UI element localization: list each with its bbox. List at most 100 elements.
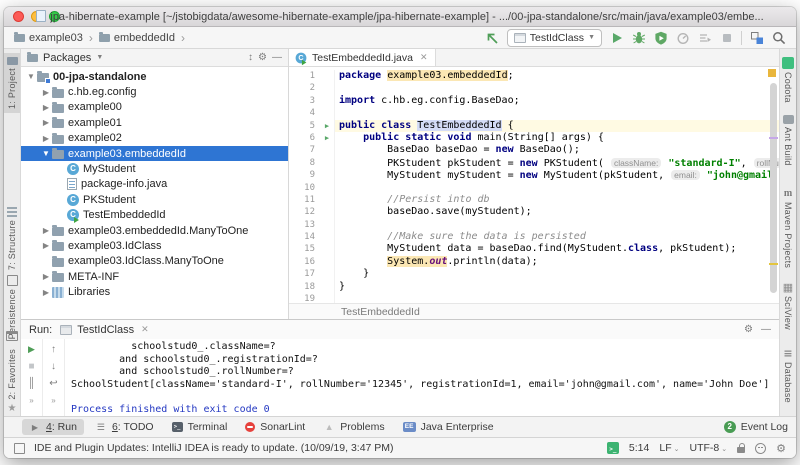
stripe-item-persistence[interactable]: Persistence — [4, 275, 20, 339]
breadcrumb-item-example03[interactable]: example03 — [14, 32, 83, 44]
codota-status-icon[interactable] — [607, 442, 619, 454]
tree-item-mystudent[interactable]: MyStudent — [21, 161, 288, 176]
chevron-right-icon[interactable]: ▶ — [40, 88, 52, 97]
toolwindow-tab-problems[interactable]: Problems — [316, 419, 391, 435]
stripe-item-maven-projects[interactable]: Maven Projects — [780, 187, 796, 268]
tree-item-meta-inf[interactable]: ▶META-INF — [21, 269, 288, 284]
code-text[interactable]: } — [335, 268, 779, 280]
run-configuration-select[interactable]: TestIdClass ▼ — [507, 29, 602, 47]
chevron-right-icon[interactable]: ▶ — [40, 288, 52, 297]
chevron-right-icon[interactable]: ▶ — [40, 118, 52, 127]
code-editor[interactable]: 1package example03.embeddedId;23import c… — [289, 67, 779, 303]
chevron-right-icon[interactable]: ▶ — [40, 241, 52, 250]
toolwindow-tab-4-run[interactable]: 4: Run — [22, 419, 84, 435]
caret-position[interactable]: 5:14 — [629, 442, 649, 454]
stripe-item-7-structure[interactable]: 7: Structure — [4, 207, 20, 270]
tree-item-example02[interactable]: ▶example02 — [21, 131, 288, 146]
chevron-right-icon[interactable]: ▶ — [40, 272, 52, 281]
toolwindow-tab-java-enterprise[interactable]: Java Enterprise — [396, 419, 501, 435]
code-text[interactable]: BaseDao baseDao = new BaseDao(); — [335, 144, 779, 156]
chevron-down-icon[interactable]: ▼ — [96, 54, 103, 61]
run-line-icon[interactable]: ▶ — [320, 120, 335, 132]
code-text[interactable] — [335, 107, 779, 119]
tree-item-example03-idclass-manytoone[interactable]: example03.IdClass.ManyToOne — [21, 254, 288, 269]
editor-scrollbar[interactable] — [770, 83, 777, 293]
code-text[interactable] — [335, 182, 779, 194]
tree-item-example03-embeddedid-manytoone[interactable]: ▶example03.embeddedId.ManyToOne — [21, 223, 288, 238]
code-text[interactable]: public static void main(String[] args) { — [335, 132, 779, 144]
project-structure-icon[interactable] — [749, 30, 764, 45]
chevron-right-icon[interactable]: ▶ — [40, 134, 52, 143]
run-line-icon[interactable]: ▶ — [320, 132, 335, 144]
inspection-status-icon[interactable] — [768, 69, 776, 77]
profiler-button[interactable] — [675, 30, 690, 45]
code-text[interactable]: //Make sure the data is persisted — [335, 231, 779, 243]
stripe-item-database[interactable]: Database — [780, 347, 796, 403]
run-button[interactable] — [609, 30, 624, 45]
code-text[interactable]: MyStudent myStudent = new MyStudent(pkSt… — [335, 169, 779, 181]
stripe-item-2-favorites[interactable]: 2: Favorites — [4, 349, 20, 415]
editor-breadcrumb[interactable]: TestEmbeddedId — [341, 306, 420, 318]
chevron-down-icon[interactable]: ▼ — [25, 72, 37, 81]
code-text[interactable]: PKStudent pkStudent = new PKStudent( cla… — [335, 157, 779, 169]
tree-item-pkstudent[interactable]: PKStudent — [21, 192, 288, 207]
down-stack-trace-button[interactable]: ↓ — [47, 360, 61, 373]
tree-item-testembeddedid[interactable]: TestEmbeddedId — [21, 208, 288, 223]
soft-wrap-button[interactable]: ↩ — [47, 377, 61, 390]
expand-collapse-icon[interactable]: ↕ — [248, 52, 253, 63]
code-text[interactable] — [335, 82, 779, 94]
run-targets-button[interactable] — [697, 30, 712, 45]
gear-icon[interactable]: ⚙ — [258, 52, 267, 63]
tree-item-example01[interactable]: ▶example01 — [21, 115, 288, 130]
tree-item-example03-embeddedid[interactable]: ▼example03.embeddedId — [21, 146, 288, 161]
tree-item-c-hb-eg-config[interactable]: ▶c.hb.eg.config — [21, 84, 288, 99]
search-everywhere-icon[interactable] — [771, 30, 786, 45]
code-text[interactable]: public class TestEmbeddedId { — [335, 120, 779, 132]
event-log-button[interactable]: 2 Event Log — [724, 421, 788, 433]
toolwindow-tab-6-todo[interactable]: 6: TODO — [88, 419, 161, 435]
console-output[interactable]: schoolstud0_.className=? and schoolstud0… — [65, 339, 779, 416]
pause-output-button[interactable]: ║ — [25, 377, 39, 390]
stripe-item-1-project[interactable]: 1: Project — [4, 53, 20, 113]
code-text[interactable]: MyStudent data = baseDao.find(MyStudent.… — [335, 243, 779, 255]
close-icon[interactable]: ✕ — [141, 324, 149, 335]
code-text[interactable]: //Persist into db — [335, 194, 779, 206]
rerun-button[interactable]: ▶ — [25, 343, 39, 356]
chevron-right-icon[interactable]: ▶ — [40, 103, 52, 112]
close-icon[interactable]: ✕ — [420, 52, 428, 63]
breadcrumb-item-embeddedid[interactable]: embeddedId — [99, 32, 175, 44]
code-text[interactable] — [335, 219, 779, 231]
toolwindow-tab-sonarlint[interactable]: SonarLint — [238, 419, 312, 435]
tree-item-example03-idclass[interactable]: ▶example03.IdClass — [21, 238, 288, 253]
stop-button[interactable] — [719, 30, 734, 45]
code-text[interactable]: } — [335, 281, 779, 293]
code-text[interactable]: package example03.embeddedId; — [335, 70, 779, 82]
tree-item-package-info-java[interactable]: package-info.java — [21, 177, 288, 192]
toolwindow-switcher-icon[interactable] — [14, 443, 25, 454]
stripe-item-ant-build[interactable]: Ant Build — [780, 115, 796, 166]
error-stripe-mark[interactable] — [769, 137, 778, 139]
lock-icon[interactable] — [737, 447, 745, 453]
error-stripe-mark[interactable] — [769, 263, 778, 265]
more-actions-icon[interactable]: » — [47, 394, 61, 407]
code-text[interactable] — [335, 293, 779, 303]
run-tab[interactable]: TestIdClass ✕ — [60, 324, 148, 336]
encoding-select[interactable]: UTF-8⌄ — [690, 442, 728, 454]
gear-icon[interactable]: ⚙ — [776, 442, 786, 455]
line-separator-select[interactable]: LF⌄ — [659, 442, 679, 454]
chevron-right-icon[interactable]: ▶ — [40, 226, 52, 235]
gear-icon[interactable]: ⚙ — [744, 324, 753, 335]
stop-button[interactable]: ■ — [25, 360, 39, 373]
stripe-item-sciview[interactable]: SciView — [780, 281, 796, 330]
more-actions-icon[interactable]: » — [25, 394, 39, 407]
hide-panel-icon[interactable]: — — [761, 324, 771, 335]
hide-panel-icon[interactable]: — — [272, 52, 282, 63]
code-text[interactable]: import c.hb.eg.config.BaseDao; — [335, 95, 779, 107]
back-arrow-icon[interactable] — [485, 30, 500, 45]
code-text[interactable]: baseDao.save(myStudent); — [335, 206, 779, 218]
tree-item-example00[interactable]: ▶example00 — [21, 100, 288, 115]
toolwindow-tab-terminal[interactable]: Terminal — [165, 419, 235, 435]
tree-item-00-jpa-standalone[interactable]: ▼00-jpa-standalone — [21, 69, 288, 84]
stripe-item-codota[interactable]: Codota — [780, 57, 796, 103]
chevron-down-icon[interactable]: ▼ — [40, 149, 52, 158]
